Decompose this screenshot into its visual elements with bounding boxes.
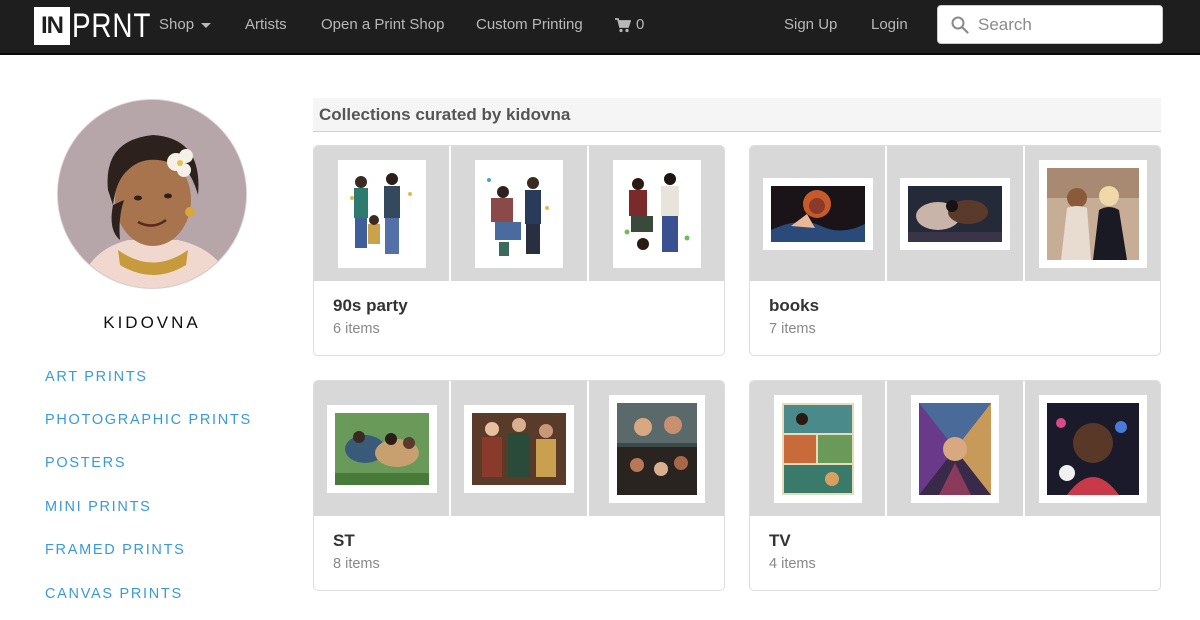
thumbnail[interactable] xyxy=(314,381,450,516)
thumbnail[interactable] xyxy=(588,381,724,516)
avatar-illustration xyxy=(58,100,246,288)
artwork-image xyxy=(919,403,992,495)
artwork-image xyxy=(908,186,1003,242)
collection-item-count: 4 items xyxy=(769,556,816,572)
thumbnail[interactable] xyxy=(588,146,724,281)
collection-card-books[interactable]: books 7 items xyxy=(749,145,1161,356)
thumbnail[interactable] xyxy=(451,381,587,516)
cart-icon xyxy=(615,17,631,32)
collection-title[interactable]: TV xyxy=(769,531,791,551)
nav-shop-dropdown[interactable]: Shop xyxy=(159,0,212,50)
collection-item-count: 6 items xyxy=(333,321,380,337)
thumbnail[interactable] xyxy=(451,146,587,281)
caret-down-icon xyxy=(201,22,212,28)
thumbnail[interactable] xyxy=(887,146,1023,281)
collection-card-tv[interactable]: TV 4 items xyxy=(749,380,1161,591)
thumbnail[interactable] xyxy=(314,146,450,281)
artwork-image xyxy=(1046,403,1139,495)
collection-item-count: 7 items xyxy=(769,321,816,337)
collection-thumbnails xyxy=(750,381,1160,516)
nav-login-link[interactable]: Login xyxy=(871,0,908,50)
sidebar-item-mini-prints[interactable]: MINI PRINTS xyxy=(45,499,152,515)
search-box xyxy=(937,5,1163,44)
sidebar-item-art-prints[interactable]: ART PRINTS xyxy=(45,369,148,385)
artwork-image xyxy=(771,186,865,242)
thumbnail[interactable] xyxy=(887,381,1023,516)
artwork-image xyxy=(1046,168,1139,260)
collection-title[interactable]: 90s party xyxy=(333,296,408,316)
sidebar-item-posters[interactable]: POSTERS xyxy=(45,455,126,471)
thumbnail[interactable] xyxy=(1024,381,1160,516)
nav-sign-up-link[interactable]: Sign Up xyxy=(784,0,837,50)
collection-card-90s-party[interactable]: 90s party 6 items xyxy=(313,145,725,356)
collection-title[interactable]: books xyxy=(769,296,819,316)
collection-thumbnails xyxy=(750,146,1160,281)
nav-artists-link[interactable]: Artists xyxy=(245,0,287,50)
collection-thumbnails xyxy=(314,146,724,281)
artwork-image xyxy=(620,168,693,260)
thumbnail[interactable] xyxy=(750,146,886,281)
cart-count: 0 xyxy=(636,16,645,33)
sidebar-item-photographic-prints[interactable]: PHOTOGRAPHIC PRINTS xyxy=(45,412,252,428)
logo-text: PRNT xyxy=(72,7,152,45)
artwork-image xyxy=(346,168,418,260)
artwork-image xyxy=(472,413,567,485)
collection-item-count: 8 items xyxy=(333,556,380,572)
logo-box: IN xyxy=(34,7,70,45)
collections-heading-bar: Collections curated by kidovna xyxy=(313,98,1161,132)
search-input[interactable] xyxy=(978,13,1156,37)
nav-open-print-shop-link[interactable]: Open a Print Shop xyxy=(321,0,444,50)
artist-name: KIDOVNA xyxy=(103,313,201,332)
search-icon xyxy=(951,16,969,34)
sidebar-item-framed-prints[interactable]: FRAMED PRINTS xyxy=(45,542,186,558)
inprnt-logo[interactable]: IN PRNT xyxy=(34,7,169,45)
nav-shop-label: Shop xyxy=(159,16,195,33)
artist-avatar[interactable] xyxy=(57,99,247,289)
collection-thumbnails xyxy=(314,381,724,516)
artwork-image xyxy=(616,403,697,495)
artwork-image xyxy=(483,168,556,260)
collection-card-st[interactable]: ST 8 items xyxy=(313,380,725,591)
top-navbar: IN PRNT Shop Artists Open a Print Shop C… xyxy=(0,0,1200,55)
thumbnail[interactable] xyxy=(750,381,886,516)
sidebar-item-canvas-prints[interactable]: CANVAS PRINTS xyxy=(45,586,183,602)
artwork-image xyxy=(335,413,429,485)
nav-custom-printing-link[interactable]: Custom Printing xyxy=(476,0,583,50)
thumbnail[interactable] xyxy=(1024,146,1160,281)
artwork-image xyxy=(782,403,854,495)
nav-cart-link[interactable]: 0 xyxy=(615,0,644,50)
collection-title[interactable]: ST xyxy=(333,531,355,551)
collections-heading: Collections curated by kidovna xyxy=(319,105,571,124)
